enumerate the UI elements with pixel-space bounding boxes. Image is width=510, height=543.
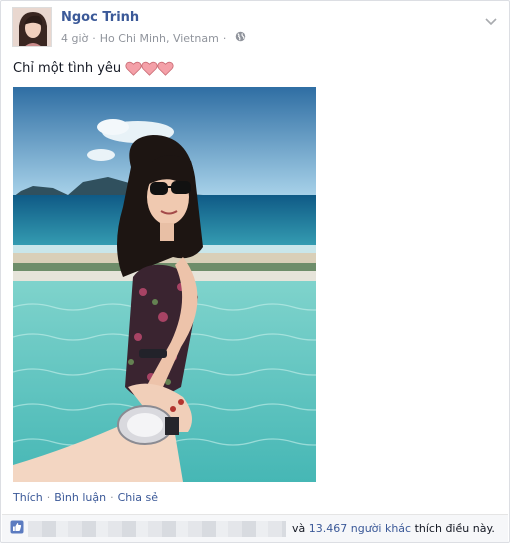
heart-icon [125, 61, 142, 76]
action-separator: · [110, 491, 114, 504]
likes-suffix: thích điều này. [414, 522, 495, 535]
post-location[interactable]: Ho Chi Minh, Vietnam [100, 32, 219, 45]
like-link[interactable]: Thích [13, 491, 43, 504]
post-time[interactable]: 4 giờ [61, 32, 88, 45]
author-name[interactable]: Ngoc Trinh [61, 10, 139, 25]
avatar[interactable] [12, 7, 52, 47]
thumbs-up-icon [10, 519, 24, 538]
post-meta: 4 giờ · Ho Chi Minh, Vietnam · [61, 31, 246, 45]
meta-separator: · [222, 31, 227, 45]
share-link[interactable]: Chia sẻ [118, 491, 158, 504]
likes-summary: và 13.467 người khác thích điều này. [2, 514, 508, 542]
blurred-names [28, 520, 286, 537]
post-photo[interactable] [13, 87, 316, 482]
likes-text: và 13.467 người khác thích điều này. [292, 522, 495, 535]
likes-count-link[interactable]: 13.467 người khác [309, 522, 411, 535]
post-card: Ngoc Trinh 4 giờ · Ho Chi Minh, Vietnam … [0, 0, 510, 543]
heart-icon [157, 61, 174, 76]
comment-link[interactable]: Bình luận [54, 491, 106, 504]
meta-separator: · [92, 31, 96, 45]
chevron-down-icon[interactable] [485, 11, 497, 30]
globe-icon[interactable] [235, 31, 246, 45]
heart-emoji-group [125, 61, 174, 76]
action-separator: · [46, 491, 51, 504]
post-actions: Thích · Bình luận · Chia sẻ [13, 491, 158, 504]
heart-icon [141, 61, 158, 76]
likes-prefix: và [292, 522, 306, 535]
status-text: Chỉ một tình yêu [13, 61, 122, 76]
status-message: Chỉ một tình yêu [13, 61, 174, 76]
